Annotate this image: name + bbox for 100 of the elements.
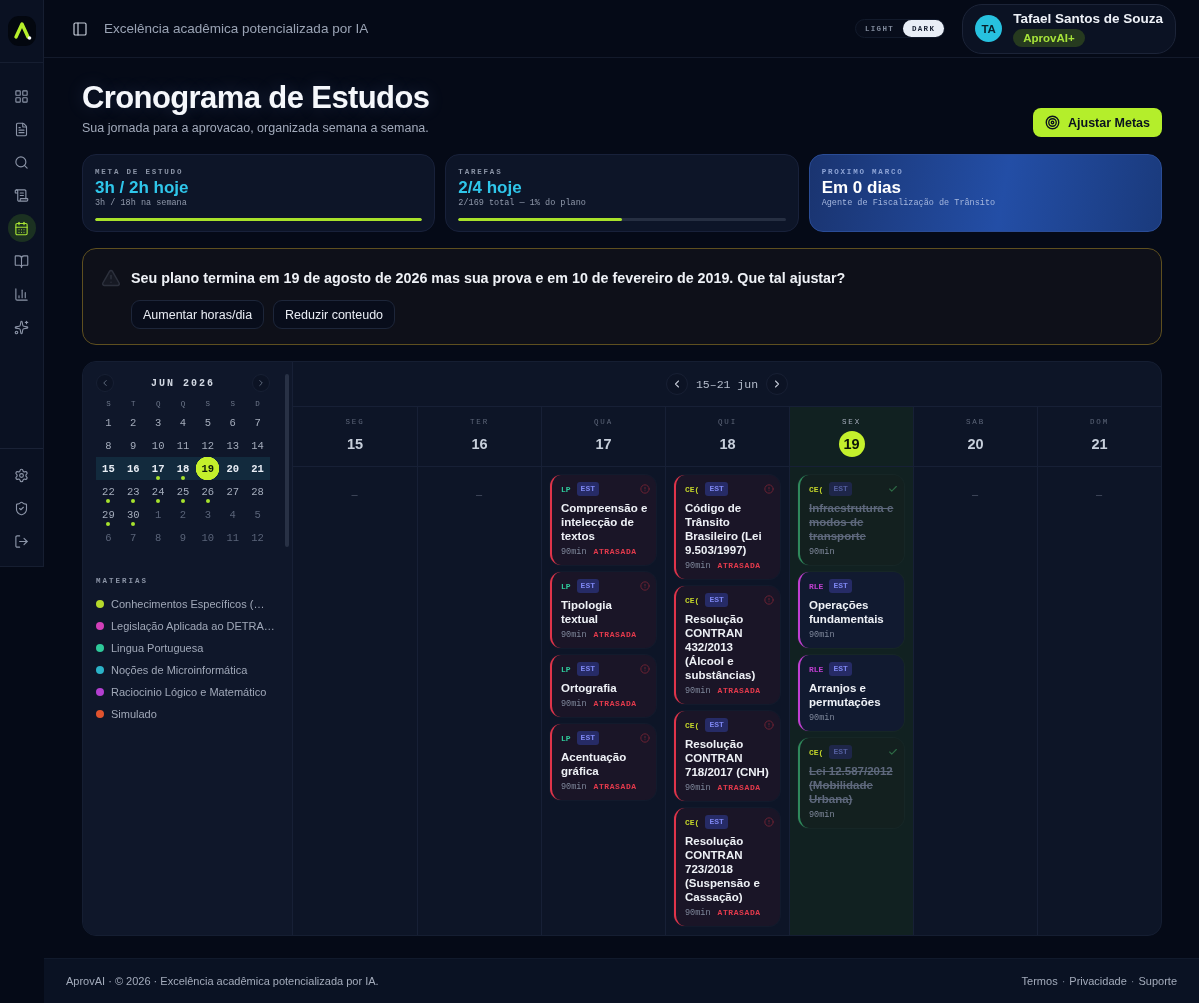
task-card[interactable]: CE( EST Código de Trânsito Brasileiro (Lei 9.503/1997) 90min ATRASADA xyxy=(674,475,780,579)
task-card[interactable]: CE( EST Resolução CONTRAN 718/2017 (CNH) 90min ATRASADA xyxy=(674,711,780,801)
type-badge: EST xyxy=(705,482,728,496)
next-week-button[interactable] xyxy=(766,373,789,395)
calendar-day[interactable]: 27 xyxy=(220,480,246,503)
subject-tag: CE( xyxy=(685,817,700,827)
task-card[interactable]: CE( EST Resolução CONTRAN 723/2018 (Suspensão e Cassação) 90min ATRASADA xyxy=(674,808,780,926)
user-card[interactable]: TA Tafael Santos de Souza AprovAI+ xyxy=(962,3,1176,54)
task-card[interactable]: LP EST Ortografia 90min ATRASADA xyxy=(550,655,656,717)
footer-link[interactable]: Termos xyxy=(1021,975,1058,987)
calendar-day[interactable]: 12 xyxy=(195,434,221,457)
chevron-right-icon xyxy=(256,378,266,388)
subject-tag: RLE xyxy=(809,664,824,674)
calendar-day[interactable]: 23 xyxy=(120,480,146,503)
calendar-day[interactable]: 30 xyxy=(120,503,146,526)
type-badge: EST xyxy=(829,579,852,593)
subject-tag: CE( xyxy=(685,484,700,494)
grid-icon xyxy=(14,88,29,104)
stat-detail: Agente de Fiscalização de Trânsito xyxy=(821,198,997,209)
scroll-icon xyxy=(14,187,29,203)
month-label: JUN 2026 xyxy=(151,377,215,389)
day-number: 18 xyxy=(719,435,736,454)
bar-chart-icon xyxy=(14,286,29,302)
task-title: Resolução CONTRAN 723/2018 (Suspensão e Cassação) xyxy=(685,834,761,904)
shield-check-icon xyxy=(14,500,29,516)
calendar-day[interactable]: 1 xyxy=(96,411,121,434)
calendar-day[interactable]: 28 xyxy=(245,480,270,503)
calendar-day[interactable]: 13 xyxy=(220,434,246,457)
task-card[interactable]: LP EST Acentuação gráfica 90min ATRASADA xyxy=(550,724,656,800)
calendar-day[interactable]: 26 xyxy=(195,480,221,503)
calendar-day[interactable]: 14 xyxy=(245,434,270,457)
day-number: 21 xyxy=(1091,435,1108,454)
subject-tag: LP xyxy=(561,581,571,591)
stat-detail: 2/169 total — 1% do plano xyxy=(458,198,587,209)
calendar-day[interactable]: 20 xyxy=(220,457,246,480)
document-icon xyxy=(14,121,29,137)
status-label: ATRASADA xyxy=(717,561,761,570)
task-duration: 90min xyxy=(685,561,711,572)
calendar-day[interactable]: 24 xyxy=(145,480,171,503)
task-duration: 90min xyxy=(685,686,711,697)
calendar-day[interactable]: 7 xyxy=(245,411,270,434)
calendar-day[interactable]: 18 xyxy=(170,457,196,480)
task-card[interactable]: CE( EST Lei 12.587/2012 (Mobilidade Urbana) 90min xyxy=(798,738,904,828)
calendar-icon xyxy=(14,220,29,236)
target-icon xyxy=(1045,115,1060,130)
page-subtitle: Sua jornada para a aprovacao, organizada semana a semana. xyxy=(82,120,430,137)
type-badge: EST xyxy=(576,579,599,593)
calendar-day[interactable]: 3 xyxy=(145,411,171,434)
calendar-day[interactable]: 4 xyxy=(170,411,196,434)
status-label: ATRASADA xyxy=(593,782,637,791)
chevron-left-icon xyxy=(100,378,110,388)
logout-icon xyxy=(14,533,29,549)
task-title: Código de Trânsito Brasileiro (Lei 9.503/1997) xyxy=(685,501,763,557)
type-badge: EST xyxy=(705,815,728,829)
status-label: ATRASADA xyxy=(593,699,637,708)
type-badge: EST xyxy=(829,482,852,496)
calendar-day[interactable]: 5 xyxy=(195,411,221,434)
calendar-day[interactable]: 19 xyxy=(195,457,221,480)
adjust-goals-button[interactable]: Ajustar Metas xyxy=(1033,108,1162,137)
stat-value: Em 0 dias xyxy=(821,178,903,198)
day-number: 15 xyxy=(346,435,364,454)
panel-toggle-icon[interactable] xyxy=(72,20,88,37)
empty-day-marker: – xyxy=(351,487,358,501)
calendar-day[interactable]: 16 xyxy=(120,457,146,480)
calendar-day[interactable]: 22 xyxy=(96,480,121,503)
status-label: ATRASADA xyxy=(593,547,637,556)
task-card[interactable]: LP EST Compreensão e intelecção de textos 90min ATRASADA xyxy=(550,475,656,565)
task-duration: 90min xyxy=(561,630,587,641)
day-number: 20 xyxy=(967,435,984,454)
day-number: 19 xyxy=(838,431,865,457)
calendar-day[interactable]: 29 xyxy=(96,503,121,526)
task-card[interactable]: LP EST Tipologia textual 90min ATRASADA xyxy=(550,572,656,648)
task-title: Resolução CONTRAN 718/2017 (CNH) xyxy=(685,737,770,779)
calendar-day[interactable]: 2 xyxy=(120,411,146,434)
calendar-day[interactable]: 8 xyxy=(96,434,121,457)
calendar-day[interactable]: 17 xyxy=(145,457,171,480)
calendar-day[interactable]: 21 xyxy=(245,457,270,480)
task-card[interactable]: RLE EST Operações fundamentais 90min xyxy=(798,572,904,648)
task-duration: 90min xyxy=(685,783,711,794)
warning-action-button[interactable]: Reduzir conteudo xyxy=(273,300,396,329)
subject-name: Conhecimentos Específicos (… xyxy=(111,598,265,610)
task-card[interactable]: RLE EST Arranjos e permutações 90min xyxy=(798,655,904,731)
calendar-day[interactable]: 25 xyxy=(170,480,196,503)
calendar-day[interactable]: 6 xyxy=(220,411,246,434)
sidebar-item[interactable] xyxy=(7,214,36,242)
task-card[interactable]: CE( EST Resolução CONTRAN 432/2013 (Álcool e substâncias) 90min ATRASADA xyxy=(674,586,780,704)
type-badge: EST xyxy=(705,593,728,607)
footer-link[interactable]: Suporte xyxy=(1138,975,1177,987)
warning-action-button[interactable]: Aumentar horas/dia xyxy=(131,300,265,329)
task-card[interactable]: CE( EST Infraestrutura e modos de transporte 90min xyxy=(798,475,904,565)
task-duration: 90min xyxy=(809,630,835,641)
user-name: Tafael Santos de Souza xyxy=(1013,10,1163,26)
calendar-day[interactable]: 11 xyxy=(170,434,196,457)
task-title: Ortografia xyxy=(561,681,618,695)
day-number: 16 xyxy=(471,435,488,454)
calendar-day[interactable]: 15 xyxy=(96,457,121,480)
footer-link[interactable]: Privacidade xyxy=(1069,975,1127,987)
calendar-day[interactable]: 10 xyxy=(145,434,171,457)
previous-week-button[interactable] xyxy=(665,373,688,395)
calendar-day[interactable]: 9 xyxy=(120,434,146,457)
